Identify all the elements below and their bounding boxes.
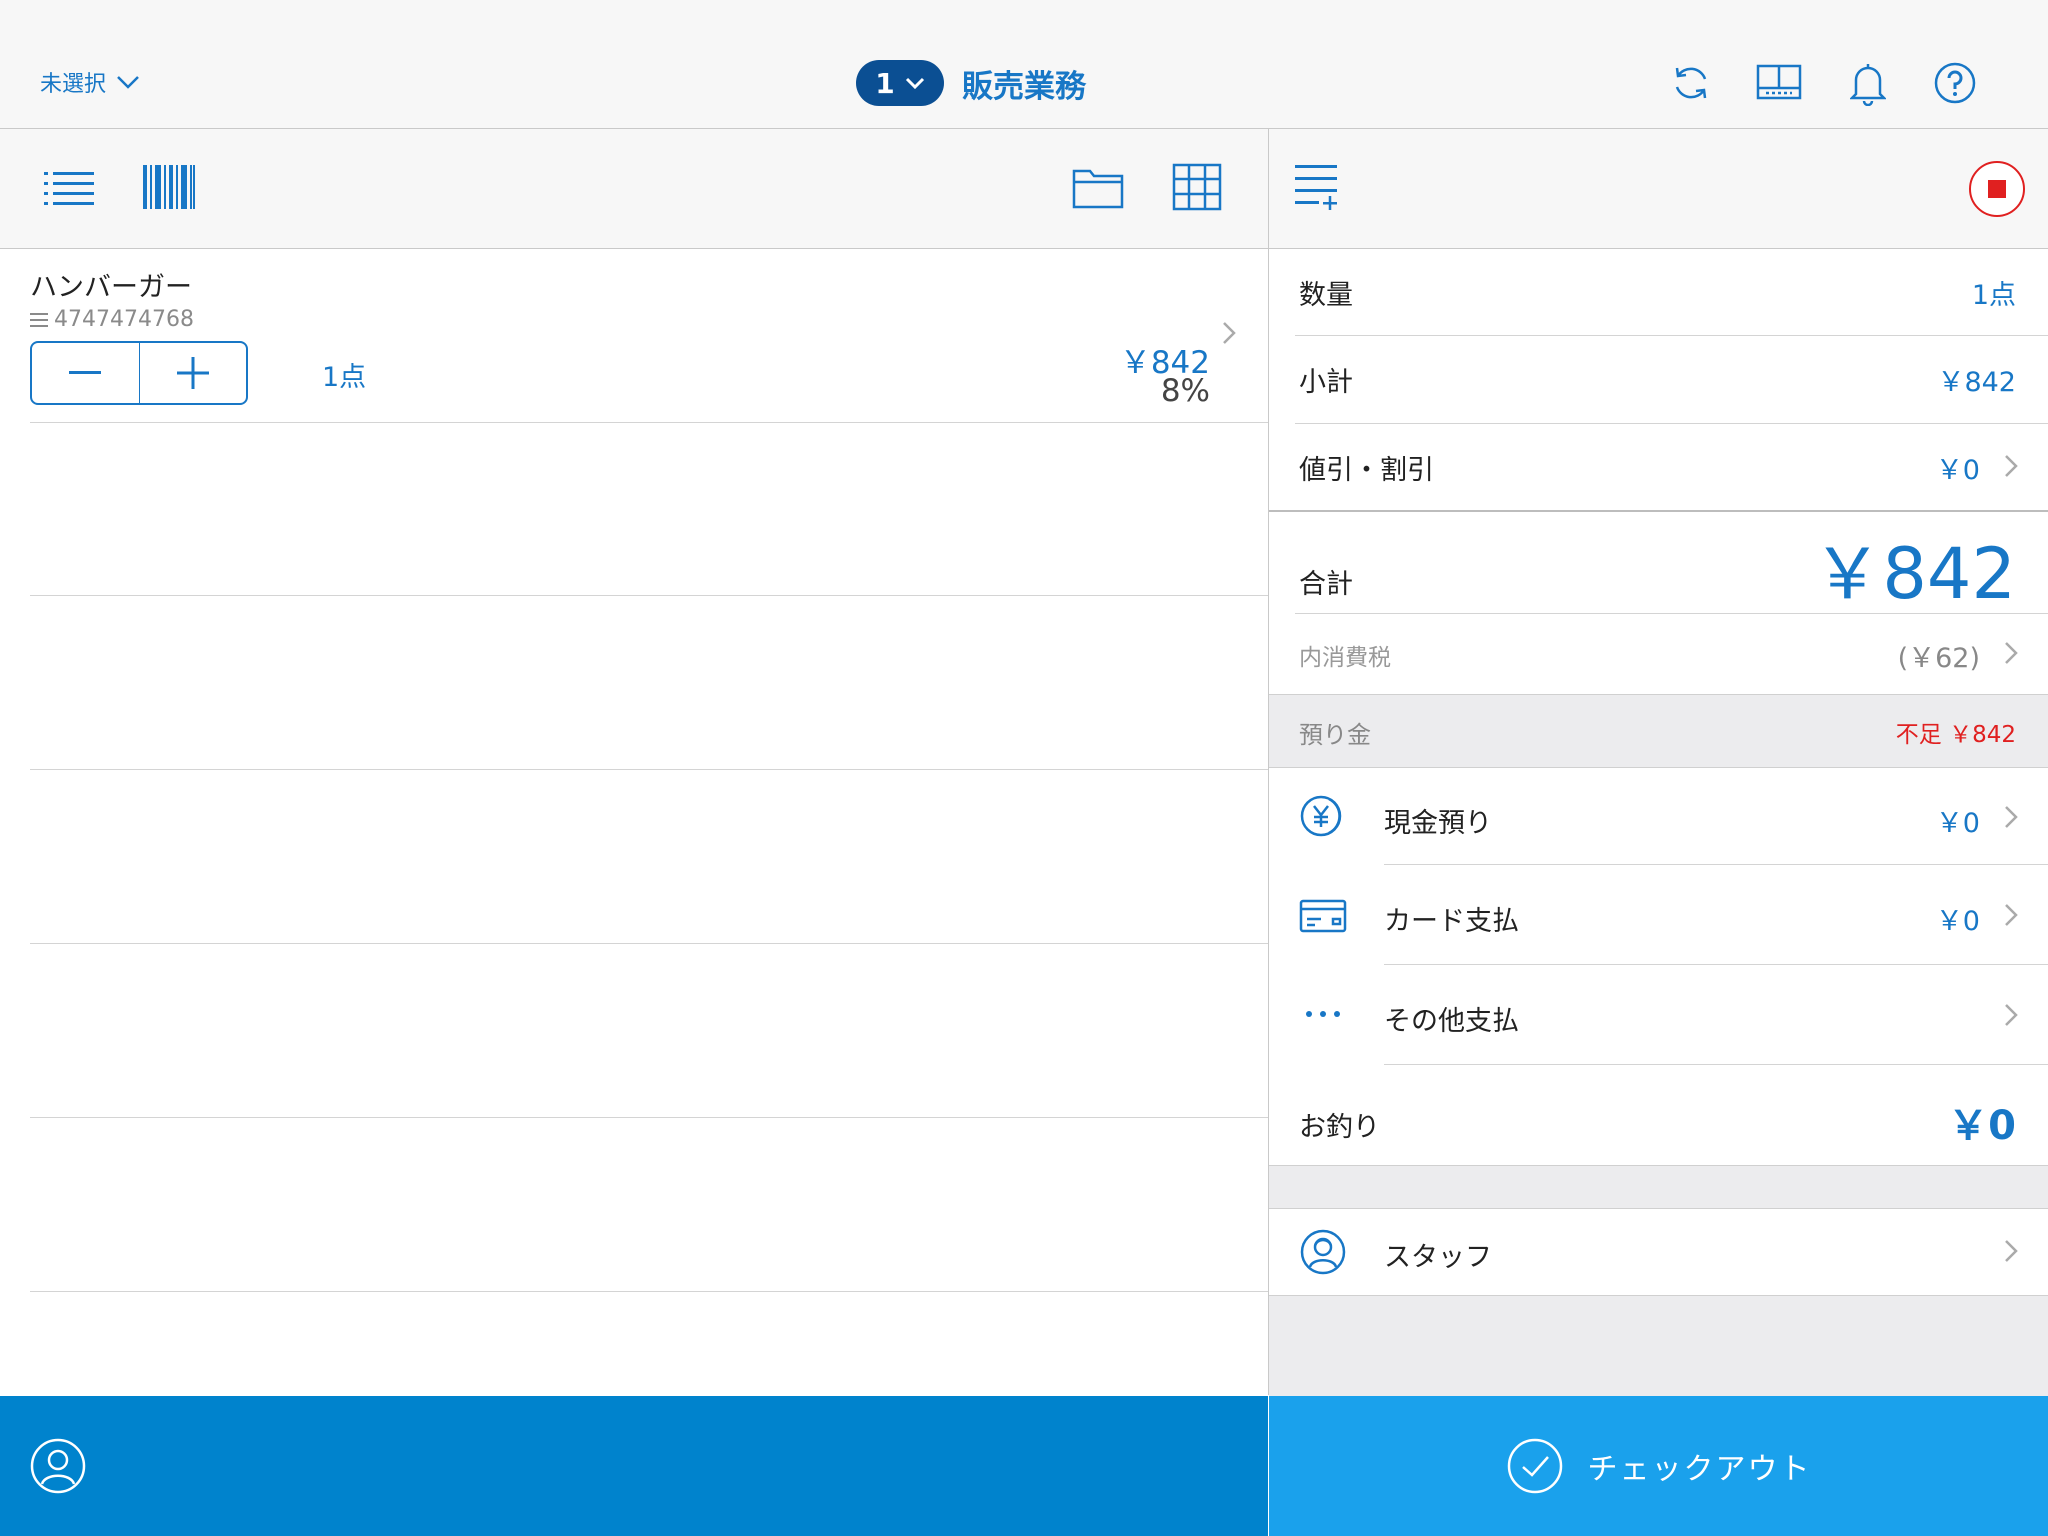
discount-label: 値引・割引: [1299, 455, 1434, 486]
more-dots-icon: [1299, 1009, 1347, 1019]
folder-icon[interactable]: [1072, 165, 1124, 209]
payment-other-label: その他支払: [1384, 1006, 1519, 1037]
subtotal-value: ￥842: [1937, 367, 2016, 398]
stop-icon[interactable]: [1967, 159, 2027, 219]
payment-cash-value: ￥0: [1935, 808, 1980, 839]
credit-card-icon: [1299, 899, 1347, 933]
register-number: 1: [875, 66, 895, 100]
quantity-label: 数量: [1299, 280, 1353, 311]
chevron-right-icon: [2004, 903, 2018, 927]
top-bar: 未選択 1 販売業務: [0, 0, 2048, 129]
row-divider: [30, 769, 1268, 770]
empty-area: [1269, 1295, 2048, 1396]
quantity-row: 数量 1点: [1269, 249, 2048, 335]
staff-label: スタッフ: [1384, 1242, 1492, 1273]
check-circle-icon: [1507, 1438, 1562, 1494]
payment-card-label: カード支払: [1384, 906, 1519, 937]
staff-row[interactable]: スタッフ: [1269, 1209, 2048, 1295]
cart-list: ハンバーガー 4747474768 1点 ￥842 8%: [0, 249, 1269, 1395]
payment-other-row[interactable]: その他支払: [1269, 965, 2048, 1065]
yen-coin-icon: [1299, 792, 1347, 840]
chevron-right-icon: [2004, 805, 2018, 829]
tax-value: (￥62): [1897, 643, 1980, 674]
customer-display-icon[interactable]: [1756, 62, 1802, 102]
barcode-icon[interactable]: [143, 165, 195, 209]
summary-panel: 数量 1点 小計 ￥842 値引・割引 ￥0 合計 ￥842 内消費税 (￥62…: [1269, 249, 2048, 1396]
row-divider: [30, 1291, 1268, 1292]
quantity-stepper: [30, 341, 248, 405]
minus-icon: [69, 371, 102, 374]
payment-cash-label: 現金預り: [1384, 808, 1492, 839]
refresh-icon[interactable]: [1670, 62, 1712, 104]
deposit-label: 預り金: [1299, 721, 1371, 749]
discount-value: ￥0: [1935, 455, 1980, 486]
discount-row[interactable]: 値引・割引 ￥0: [1269, 424, 2048, 510]
bell-icon[interactable]: [1850, 62, 1886, 106]
change-label: お釣り: [1299, 1112, 1380, 1143]
tax-row[interactable]: 内消費税 (￥62): [1269, 614, 2048, 694]
total-label: 合計: [1299, 569, 1353, 600]
chevron-right-icon: [2004, 454, 2018, 478]
right-toolbar: [1269, 129, 2048, 249]
store-selector-label: 未選択: [40, 72, 107, 97]
payment-card-value: ￥0: [1935, 906, 1980, 937]
chevron-right-icon: [1222, 321, 1236, 345]
total-row: 合計 ￥842: [1269, 512, 2048, 615]
customer-icon[interactable]: [30, 1438, 86, 1494]
row-divider: [30, 595, 1268, 596]
quantity-value: 1点: [1971, 280, 2016, 311]
chevron-down-icon: [117, 76, 139, 89]
total-value: ￥842: [1812, 533, 2016, 615]
checkout-label: チェックアウト: [1587, 1452, 1812, 1487]
left-toolbar: [0, 129, 1269, 249]
row-divider: [30, 943, 1268, 944]
change-row: お釣り ￥0: [1269, 1065, 2048, 1165]
chevron-right-icon: [2004, 1239, 2018, 1263]
change-value: ￥0: [1948, 1103, 2016, 1149]
checkout-button[interactable]: チェックアウト: [1269, 1396, 2048, 1536]
row-divider: [30, 422, 1268, 423]
decrement-button[interactable]: [32, 343, 140, 403]
section-spacer: [1269, 1165, 2048, 1209]
subtotal-row: 小計 ￥842: [1269, 336, 2048, 423]
staff-icon: [1299, 1228, 1347, 1276]
mode-title: 販売業務: [962, 68, 1086, 105]
chevron-down-icon: [905, 77, 924, 89]
deposit-shortfall: 不足 ￥842: [1895, 722, 2016, 748]
tax-label: 内消費税: [1299, 645, 1391, 671]
item-quantity: 1点: [322, 362, 367, 393]
item-code-row: 4747474768: [30, 307, 194, 332]
plus-icon: [176, 357, 209, 389]
barcode-mark-icon: [30, 312, 48, 327]
payment-cash-row[interactable]: 現金預り ￥0: [1269, 767, 2048, 867]
subtotal-label: 小計: [1299, 367, 1353, 398]
chevron-right-icon: [2004, 1003, 2018, 1027]
register-selector[interactable]: 1: [856, 60, 944, 106]
store-selector[interactable]: 未選択: [40, 66, 140, 98]
list-view-icon[interactable]: [44, 171, 94, 207]
row-divider: [30, 1117, 1268, 1118]
item-code: 4747474768: [54, 307, 194, 332]
grid-view-icon[interactable]: [1172, 163, 1222, 211]
deposit-header: 預り金 不足 ￥842: [1269, 694, 2048, 768]
increment-button[interactable]: [140, 343, 247, 403]
payment-card-row[interactable]: カード支払 ￥0: [1269, 865, 2048, 965]
register-title: 1 販売業務: [856, 60, 1086, 106]
cart-line-item[interactable]: ハンバーガー 4747474768 1点 ￥842 8%: [0, 249, 1268, 422]
help-icon[interactable]: [1934, 62, 1976, 104]
item-name: ハンバーガー: [30, 272, 192, 303]
chevron-right-icon: [2004, 641, 2018, 665]
add-line-icon[interactable]: [1295, 163, 1341, 211]
customer-bar: [0, 1396, 1268, 1536]
item-tax-rate: 8%: [1160, 373, 1210, 409]
